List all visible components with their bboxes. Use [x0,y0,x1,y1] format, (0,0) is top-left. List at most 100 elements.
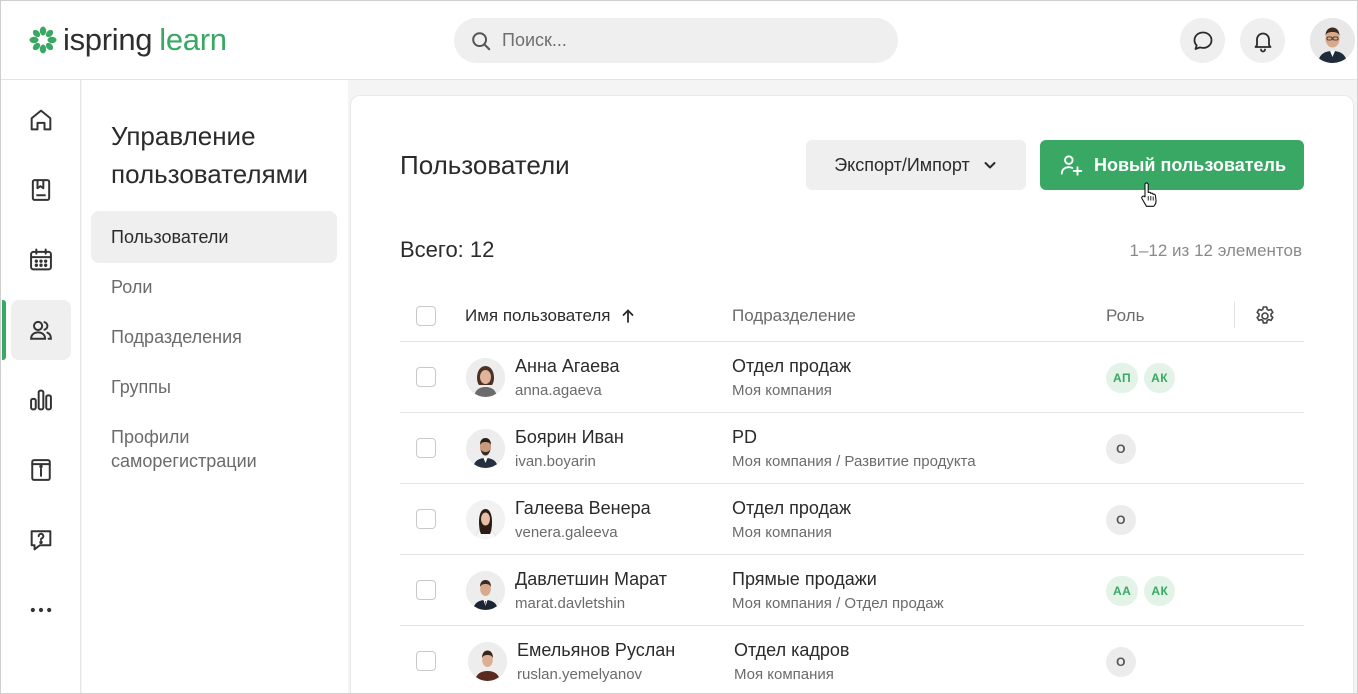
role-badge: АК [1144,576,1176,606]
user-name[interactable]: Галеева Венера [515,498,651,519]
pagination-info: 1–12 из 12 элементов [1129,241,1302,260]
user-name[interactable]: Давлетшин Марат [515,569,667,590]
logo-word-ispring: ispring [63,22,153,57]
user-department: Прямые продажи [732,569,877,589]
ispring-flower-icon [29,26,57,54]
new-user-button[interactable]: Новый пользователь [1040,140,1304,190]
subnav-item-groups[interactable]: Группы [91,361,337,413]
user-department: Отдел продаж [732,356,851,376]
user-photo-icon [1310,18,1355,63]
rail-item-info[interactable] [11,440,71,500]
role-badges: О [1106,647,1136,677]
row-checkbox[interactable] [416,367,436,387]
export-import-button[interactable]: Экспорт/Импорт [806,140,1026,190]
user-avatar [466,571,505,610]
user-avatar [468,642,507,681]
user-login: ruslan.yemelyanov [517,666,643,683]
table-row[interactable]: Давлетшин Марат marat.davletshin Прямые … [400,555,1304,626]
left-icon-rail [1,80,81,693]
user-photo-icon [466,358,505,397]
rail-item-reports[interactable] [11,370,71,430]
user-management-nav: Управление пользователями Пользователи Р… [82,80,348,693]
rail-item-more[interactable] [11,580,71,640]
user-login: venera.galeeva [515,524,618,541]
table-row[interactable]: Анна Агаева anna.agaeva Отдел продаж Моя… [400,342,1304,413]
row-checkbox[interactable] [416,438,436,458]
bar-chart-icon [30,389,52,411]
subnav-item-departments[interactable]: Подразделения [91,311,337,363]
users-panel: Пользователи Экспорт/Импорт Новый пользо… [350,95,1354,693]
rail-item-library[interactable] [11,160,71,220]
messages-button[interactable] [1180,18,1225,63]
user-name[interactable]: Боярин Иван [515,427,624,448]
total-count: Всего: 12 [400,237,495,262]
rail-item-help[interactable] [11,510,71,570]
department-path: Моя компания [732,382,832,399]
column-header-department[interactable]: Подразделение [732,306,856,326]
role-badges: АА АК [1106,576,1176,606]
subnav-item-self-registration[interactable]: Профили саморегистрации [91,411,331,487]
subnav-item-users[interactable]: Пользователи [91,211,337,263]
logo-word-learn: learn [159,22,227,57]
role-badges: АП АК [1106,363,1176,393]
user-avatar [466,500,505,539]
table-row[interactable]: Галеева Венера venera.galeeva Отдел прод… [400,484,1304,555]
role-badges: О [1106,434,1136,464]
chevron-down-icon [984,162,996,169]
user-department: Отдел кадров [734,640,850,660]
rail-item-home[interactable] [11,90,71,150]
sort-arrow-up-icon [622,309,633,323]
column-settings-gear-icon[interactable] [1253,304,1277,328]
ispring-learn-logo[interactable]: ispring learn [29,22,227,57]
hand-cursor-icon [1141,182,1157,207]
user-photo-icon [468,642,507,681]
chat-bubble-icon [1193,31,1212,50]
role-badge: АА [1106,576,1139,606]
role-badge: О [1106,434,1136,464]
new-user-label: Новый пользователь [1093,154,1287,175]
user-department: PD [732,427,758,447]
role-badge: АП [1106,363,1139,393]
row-checkbox[interactable] [416,651,436,671]
rail-item-users[interactable] [11,300,71,360]
row-checkbox[interactable] [416,509,436,529]
page-title: Пользователи [400,150,570,180]
department-path: Моя компания / Развитие продукта [732,453,976,470]
department-path: Моя компания [734,666,834,683]
user-department: Отдел продаж [732,498,851,518]
role-badge: О [1106,505,1136,535]
add-user-icon [1060,155,1083,176]
user-login: anna.agaeva [515,382,602,399]
book-icon [31,179,51,201]
user-name[interactable]: Анна Агаева [515,356,619,377]
table-row[interactable]: Емельянов Руслан ruslan.yemelyanov Отдел… [400,626,1304,693]
export-import-label: Экспорт/Импорт [834,154,970,175]
user-avatar [466,429,505,468]
more-dots-icon [30,607,52,613]
active-rail-indicator [2,300,6,360]
search-bar [454,18,898,63]
rail-item-calendar[interactable] [11,230,71,290]
help-chat-icon [30,530,52,551]
role-badge: АК [1144,363,1176,393]
user-photo-icon [466,500,505,539]
current-user-avatar[interactable] [1310,18,1355,63]
user-avatar [466,358,505,397]
bell-icon [1254,32,1271,52]
app-window: ispring learn Поиск... Управление пользо… [0,0,1358,694]
search-input[interactable] [502,30,882,51]
table-row[interactable]: Боярин Иван ivan.boyarin PD Моя компания… [400,413,1304,484]
info-book-icon [31,459,51,481]
column-header-user-name[interactable]: Имя пользователя [465,306,635,326]
notifications-button[interactable] [1240,18,1285,63]
home-icon [30,109,52,131]
select-all-checkbox[interactable] [416,306,436,326]
user-name[interactable]: Емельянов Руслан [517,640,675,661]
column-header-role[interactable]: Роль [1106,306,1144,326]
column-header-user-label: Имя пользователя [465,306,611,325]
role-badges: О [1106,505,1136,535]
row-checkbox[interactable] [416,580,436,600]
calendar-icon [30,248,52,271]
column-divider [1234,302,1235,328]
subnav-item-roles[interactable]: Роли [91,261,337,313]
